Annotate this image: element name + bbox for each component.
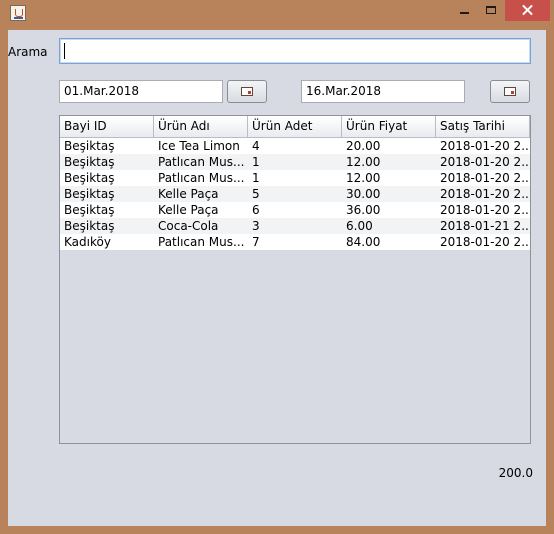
cell-urun-adet: 6 xyxy=(252,203,260,217)
cell-bayi-id: Beşiktaş xyxy=(64,139,115,153)
maximize-button[interactable] xyxy=(478,0,505,21)
table-header: Bayi ID Ürün Adı Ürün Adet Ürün Fiyat Sa… xyxy=(60,116,530,138)
table-row[interactable]: Kadıköy Patlıcan Mus... 7 84.00 2018-01-… xyxy=(60,234,530,250)
cell-bayi-id: Beşiktaş xyxy=(64,219,115,233)
cell-bayi-id: Kadıköy xyxy=(64,235,111,249)
cell-satis-tarihi: 2018-01-21 2... xyxy=(440,219,530,233)
end-date-picker-button[interactable] xyxy=(490,80,530,103)
cell-satis-tarihi: 2018-01-20 2... xyxy=(440,171,530,185)
column-header-satis-tarihi[interactable]: Satış Tarihi xyxy=(436,116,530,138)
search-input[interactable] xyxy=(59,38,531,64)
cell-urun-fiyat: 6.00 xyxy=(346,219,373,233)
cell-satis-tarihi: 2018-01-20 2... xyxy=(440,187,530,201)
content-panel: Arama 01.Mar.2018 16.Mar.2018 Bayi ID Ür… xyxy=(8,30,546,526)
cell-urun-fiyat: 36.00 xyxy=(346,203,381,217)
cell-urun-fiyat: 84.00 xyxy=(346,235,381,249)
cell-satis-tarihi: 2018-01-20 2... xyxy=(440,235,530,249)
table-row[interactable]: Beşiktaş Patlıcan Mus... 1 12.00 2018-01… xyxy=(60,154,530,170)
cell-urun-adet: 3 xyxy=(252,219,260,233)
java-cup-icon[interactable] xyxy=(10,5,26,21)
column-header-urun-fiyat[interactable]: Ürün Fiyat xyxy=(342,116,436,138)
cell-urun-fiyat: 20.00 xyxy=(346,139,381,153)
total-value: 200.0 xyxy=(498,466,533,480)
title-bar[interactable] xyxy=(0,0,554,26)
cell-urun-adi: Kelle Paça xyxy=(158,187,219,201)
search-label: Arama xyxy=(8,45,48,59)
cell-urun-fiyat: 12.00 xyxy=(346,155,381,169)
end-date-field[interactable]: 16.Mar.2018 xyxy=(301,80,465,103)
cell-urun-adet: 4 xyxy=(252,139,260,153)
sales-table[interactable]: Bayi ID Ürün Adı Ürün Adet Ürün Fiyat Sa… xyxy=(59,115,531,444)
table-row[interactable]: Beşiktaş Patlıcan Mus... 1 12.00 2018-01… xyxy=(60,170,530,186)
table-row[interactable]: Beşiktaş Kelle Paça 6 36.00 2018-01-20 2… xyxy=(60,202,530,218)
cell-urun-adi: Coca-Cola xyxy=(158,219,219,233)
cell-urun-fiyat: 30.00 xyxy=(346,187,381,201)
column-header-urun-adet[interactable]: Ürün Adet xyxy=(248,116,342,138)
cell-bayi-id: Beşiktaş xyxy=(64,187,115,201)
text-caret xyxy=(64,43,65,59)
app-window: Arama 01.Mar.2018 16.Mar.2018 Bayi ID Ür… xyxy=(0,0,554,534)
cell-satis-tarihi: 2018-01-20 2... xyxy=(440,139,530,153)
cell-bayi-id: Beşiktaş xyxy=(64,155,115,169)
table-row[interactable]: Beşiktaş Kelle Paça 5 30.00 2018-01-20 2… xyxy=(60,186,530,202)
cell-urun-adet: 1 xyxy=(252,171,260,185)
cell-urun-adi: Patlıcan Mus... xyxy=(158,155,245,169)
cell-bayi-id: Beşiktaş xyxy=(64,203,115,217)
cell-satis-tarihi: 2018-01-20 2... xyxy=(440,203,530,217)
cell-urun-adet: 7 xyxy=(252,235,260,249)
close-button[interactable] xyxy=(505,0,550,21)
start-date-field[interactable]: 01.Mar.2018 xyxy=(59,80,223,103)
cell-bayi-id: Beşiktaş xyxy=(64,171,115,185)
calendar-icon xyxy=(504,87,516,96)
minimize-button[interactable] xyxy=(451,0,478,21)
table-row[interactable]: Beşiktaş Ice Tea Limon 4 20.00 2018-01-2… xyxy=(60,138,530,154)
cell-urun-adet: 5 xyxy=(252,187,260,201)
cell-urun-adi: Patlıcan Mus... xyxy=(158,171,245,185)
column-header-urun-adi[interactable]: Ürün Adı xyxy=(154,116,248,138)
table-body: Beşiktaş Ice Tea Limon 4 20.00 2018-01-2… xyxy=(60,138,530,250)
cell-urun-adi: Patlıcan Mus... xyxy=(158,235,245,249)
cell-urun-fiyat: 12.00 xyxy=(346,171,381,185)
cell-satis-tarihi: 2018-01-20 2... xyxy=(440,155,530,169)
table-row[interactable]: Beşiktaş Coca-Cola 3 6.00 2018-01-21 2..… xyxy=(60,218,530,234)
calendar-icon xyxy=(241,87,253,96)
start-date-picker-button[interactable] xyxy=(227,80,267,103)
cell-urun-adi: Ice Tea Limon xyxy=(158,139,240,153)
cell-urun-adi: Kelle Paça xyxy=(158,203,219,217)
cell-urun-adet: 1 xyxy=(252,155,260,169)
column-header-bayi-id[interactable]: Bayi ID xyxy=(60,116,154,138)
